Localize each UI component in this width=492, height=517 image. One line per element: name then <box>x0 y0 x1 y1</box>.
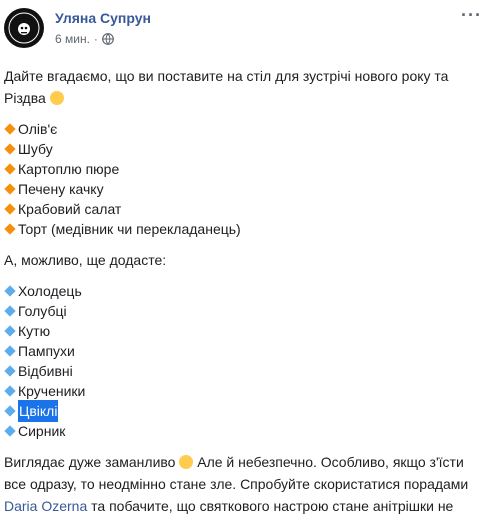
list-item: Пампухи <box>4 341 488 361</box>
list-item-label: Картоплю пюре <box>18 161 120 177</box>
list-item-label: Голубці <box>18 303 67 319</box>
orange-diamond-icon <box>4 163 16 175</box>
list-item: Крабовий салат <box>4 199 488 219</box>
intro-text: Дайте вгадаємо, що ви поставите на стіл … <box>4 68 449 106</box>
list-item: Голубці <box>4 301 488 321</box>
list-item-label: Крабовий салат <box>18 201 122 217</box>
list-item-label: Печену качку <box>18 181 104 197</box>
thinking-emoji-icon <box>49 91 64 105</box>
blue-diamond-icon <box>4 365 16 377</box>
list-item-label: Пампухи <box>18 343 75 359</box>
globe-icon <box>102 33 114 45</box>
list-item: Картоплю пюре <box>4 159 488 179</box>
dish-list-extra: Холодець Голубці Кутю Пампухи Відбивні Кручен… <box>4 281 488 441</box>
mention-link[interactable]: Daria Ozerna <box>4 498 87 514</box>
list-item: Кутю <box>4 321 488 341</box>
orange-diamond-icon <box>4 123 16 135</box>
list-item: Печену качку <box>4 179 488 199</box>
blue-diamond-icon <box>4 425 16 437</box>
orange-diamond-icon <box>4 143 16 155</box>
orange-diamond-icon <box>4 183 16 195</box>
list-item-label: Цвіклі <box>18 400 59 422</box>
list-item-label: Крученики <box>18 383 86 399</box>
author-name[interactable]: Уляна Супрун <box>55 10 151 26</box>
list-item-label: Холодець <box>18 283 82 299</box>
list-item: Олів'є <box>4 119 488 139</box>
blue-diamond-icon <box>4 285 16 297</box>
post-meta: 6 мин. · <box>55 32 114 46</box>
orange-diamond-icon <box>4 203 16 215</box>
avatar-logo-icon <box>5 9 43 47</box>
post-intro: Дайте вгадаємо, що ви поставите на стіл … <box>4 65 488 109</box>
list-item-label: Відбивні <box>18 363 73 379</box>
post-body: Дайте вгадаємо, що ви поставите на стіл … <box>4 65 488 517</box>
list-item-label: Олів'є <box>18 121 58 137</box>
list-item: Холодець <box>4 281 488 301</box>
list-item: Торт (медівник чи перекладанець) <box>4 219 488 239</box>
list-item: Сирник <box>4 421 488 441</box>
outro-text-1: Виглядає дуже заманливо <box>4 454 176 470</box>
blue-diamond-icon <box>4 385 16 397</box>
list-item-label: Сирник <box>18 423 66 439</box>
blue-diamond-icon <box>4 345 16 357</box>
list-item: Шубу <box>4 139 488 159</box>
list-item-label: Кутю <box>18 323 51 339</box>
orange-diamond-icon <box>4 223 16 235</box>
smile-emoji-icon <box>179 455 194 469</box>
meta-separator: · <box>93 32 98 46</box>
list-item: Крученики <box>4 381 488 401</box>
post-middle: А, можливо, ще додасте: <box>4 252 167 268</box>
blue-diamond-icon <box>4 305 16 317</box>
outro-text-3: та побачите, що святкового настрою стане… <box>91 498 454 514</box>
list-item-label: Шубу <box>18 141 53 157</box>
blue-diamond-icon <box>4 405 16 417</box>
avatar[interactable] <box>4 8 44 48</box>
blue-diamond-icon <box>4 325 16 337</box>
list-item: Відбивні <box>4 361 488 381</box>
facebook-post: Уляна Супрун 6 мин. · ··· Дайте вгадаємо… <box>0 0 492 514</box>
list-item-label: Торт (медівник чи перекладанець) <box>18 221 241 237</box>
dish-list-main: Олів'є Шубу Картоплю пюре Печену качку Крабо… <box>4 119 488 239</box>
list-item: Цвіклі <box>4 400 488 422</box>
more-options-icon[interactable]: ··· <box>461 6 482 24</box>
post-outro: Виглядає дуже заманливо Але й небезпечно… <box>4 451 488 517</box>
post-time[interactable]: 6 мин. <box>55 32 90 46</box>
